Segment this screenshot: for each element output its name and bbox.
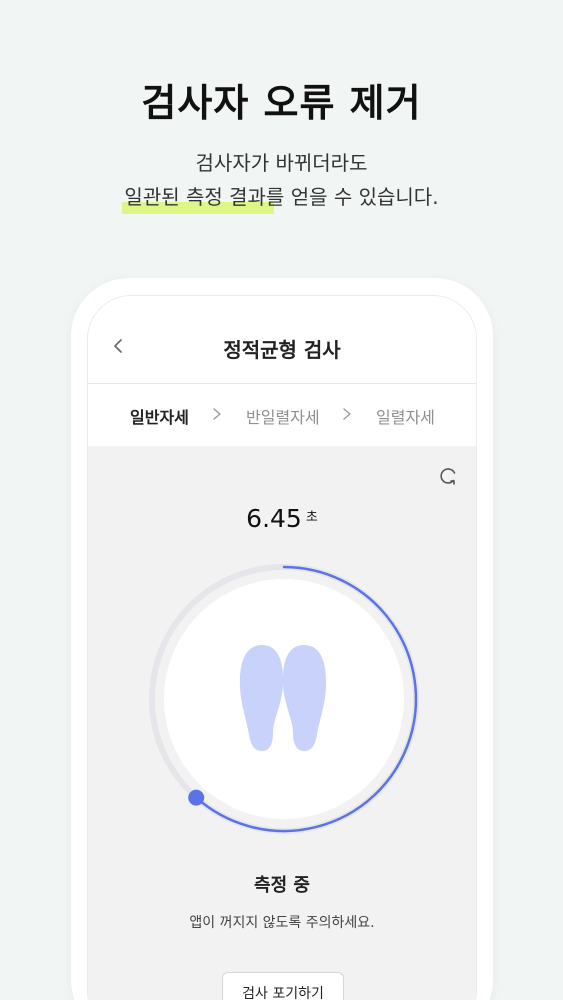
step-tandem: 일렬자세	[376, 408, 435, 427]
give-up-button[interactable]: 검사 포기하기	[222, 972, 344, 1000]
measurement-area: 6.45 초 측정 중 앱이 꺼지지 않도록 주의하세요. 검사 포기하기	[88, 446, 476, 1000]
refresh-icon[interactable]	[436, 464, 460, 488]
page-title: 정적균형 검사	[223, 338, 341, 362]
chevron-right-icon	[213, 408, 221, 420]
warning-note: 앱이 꺼지지 않도록 주의하세요.	[189, 915, 375, 931]
hero-title: 검사자 오류 제거	[141, 81, 422, 125]
status-text: 측정 중	[254, 875, 310, 896]
timer-unit: 초	[305, 510, 318, 525]
hero-subtitle-line2: 일관된 측정 결과를 얻을 수 있습니다.	[124, 185, 439, 209]
app-header: 정적균형 검사	[88, 296, 476, 384]
progress-ring	[149, 564, 419, 834]
step-semi-tandem: 반일렬자세	[246, 408, 320, 427]
chevron-right-icon	[343, 408, 351, 420]
timer-display: 6.45 초	[88, 504, 476, 533]
phone-screen: 정적균형 검사 일반자세 반일렬자세 일렬자세 6.45 초 측정 중 앱이 꺼…	[87, 295, 477, 1000]
step-normal-stance: 일반자세	[130, 408, 189, 427]
progress-handle	[188, 789, 205, 806]
timer-value: 6.45	[246, 504, 302, 533]
step-indicator: 일반자세 반일렬자세 일렬자세	[88, 384, 476, 446]
hero-subtitle-line1: 검사자가 바뀌더라도	[195, 151, 368, 175]
hero-subtitle: 검사자가 바뀌더라도 일관된 측정 결과를 얻을 수 있습니다.	[0, 146, 563, 214]
